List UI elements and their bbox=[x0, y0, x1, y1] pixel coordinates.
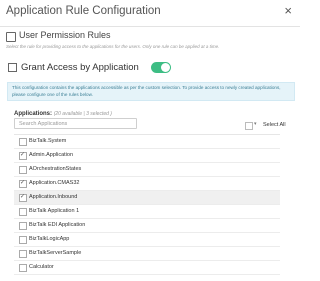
item-label: BizTalk EDI Application bbox=[29, 222, 86, 228]
rule-square-icon bbox=[8, 63, 17, 72]
list-item[interactable]: ✓ Application.CMAS32 bbox=[14, 177, 280, 191]
select-all-checkbox[interactable] bbox=[245, 122, 253, 130]
grant-access-toggle[interactable] bbox=[151, 62, 171, 73]
list-item[interactable]: ✓ Application.Inbound bbox=[14, 191, 280, 205]
toggle-knob bbox=[161, 63, 170, 72]
list-item[interactable]: BizTalkServerSample bbox=[14, 247, 280, 261]
checkmark-icon: ✓ bbox=[20, 152, 26, 158]
applications-title: Applications: bbox=[14, 111, 53, 117]
list-item[interactable]: BizTalk Application 1 bbox=[14, 205, 280, 219]
info-banner: This configuration contains the applicat… bbox=[7, 82, 295, 101]
chevron-down-icon[interactable]: ▾ bbox=[254, 121, 257, 127]
item-checkbox[interactable] bbox=[19, 138, 27, 146]
item-checkbox[interactable] bbox=[19, 166, 27, 174]
section-square-icon bbox=[6, 32, 16, 42]
checkmark-icon: ✓ bbox=[20, 180, 26, 186]
item-checkbox[interactable]: ✓ bbox=[19, 180, 27, 188]
search-applications-input[interactable] bbox=[14, 118, 137, 129]
item-label: BizTalkServerSample bbox=[29, 250, 82, 256]
dialog-header: Application Rule Configuration × bbox=[0, 0, 300, 27]
list-item[interactable]: AOrchestrationStates bbox=[14, 163, 280, 177]
item-label: Application.Inbound bbox=[29, 194, 78, 200]
info-text-line-1: This configuration contains the applicat… bbox=[12, 85, 281, 90]
list-item[interactable]: BizTalk EDI Application bbox=[14, 219, 280, 233]
item-label: AOrchestrationStates bbox=[29, 166, 82, 172]
item-label: Calculator bbox=[29, 264, 54, 270]
list-item[interactable]: Calculator bbox=[14, 261, 280, 275]
close-icon[interactable]: × bbox=[284, 4, 292, 18]
item-label: BizTalk.System bbox=[29, 138, 67, 144]
item-checkbox[interactable] bbox=[19, 250, 27, 258]
list-item[interactable]: BizTalk.System bbox=[14, 135, 280, 149]
item-label: BizTalkLogicApp bbox=[29, 236, 70, 242]
item-checkbox[interactable] bbox=[19, 264, 27, 272]
item-checkbox[interactable] bbox=[19, 208, 27, 216]
grant-access-label: Grant Access by Application bbox=[21, 62, 139, 73]
list-item[interactable]: ✓ Admin.Application bbox=[14, 149, 280, 163]
grant-access-row: Grant Access by Application bbox=[0, 58, 300, 78]
applications-counts: (20 available | 3 selected ) bbox=[53, 111, 112, 117]
dialog-title: Application Rule Configuration bbox=[6, 5, 161, 17]
item-label: Admin.Application bbox=[29, 152, 74, 158]
item-checkbox[interactable] bbox=[19, 222, 27, 230]
list-item[interactable]: BizTalkLogicApp bbox=[14, 233, 280, 247]
application-rule-dialog: Application Rule Configuration × User Pe… bbox=[0, 0, 300, 280]
item-checkbox[interactable] bbox=[19, 236, 27, 244]
item-label: BizTalk Application 1 bbox=[29, 208, 80, 214]
section-title: User Permission Rules bbox=[19, 30, 111, 40]
item-label: Application.CMAS32 bbox=[29, 180, 80, 186]
item-checkbox[interactable]: ✓ bbox=[19, 152, 27, 160]
section-description: Select the rule for providing access to … bbox=[6, 44, 220, 49]
item-checkbox[interactable]: ✓ bbox=[19, 194, 27, 202]
checkmark-icon: ✓ bbox=[20, 194, 26, 200]
applications-list: BizTalk.System ✓ Admin.Application AOrchest… bbox=[14, 134, 280, 281]
applications-label: Applications: (20 available | 3 selected… bbox=[14, 111, 112, 117]
info-text-line-2: please configure one of the rules below. bbox=[12, 92, 93, 97]
select-all-label[interactable]: Select All bbox=[263, 122, 286, 128]
